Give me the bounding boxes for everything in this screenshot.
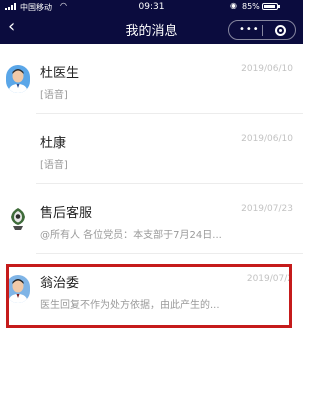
contact-name: 杜医生: [40, 66, 80, 81]
avatar: [6, 65, 30, 93]
message-date: 2019/06/10: [241, 64, 293, 74]
message-date: 2019/06/10: [241, 134, 293, 144]
message-item[interactable]: 售后客服 @所有人 各位党员：本支部于7月24日... 2019/07/23: [0, 184, 303, 254]
rotation-lock-icon: ◉: [230, 1, 237, 10]
message-preview: [语音]: [40, 90, 68, 101]
avatar: [6, 205, 30, 233]
miniprogram-capsule[interactable]: •••: [228, 20, 296, 40]
battery-icon: [262, 3, 280, 10]
battery-percent: 85%: [242, 2, 260, 11]
message-item[interactable]: 杜康 [语音] 2019/06/10: [0, 114, 303, 184]
highlight-box: [6, 264, 292, 328]
close-miniprogram-icon[interactable]: [275, 25, 286, 36]
message-preview: [语音]: [40, 160, 68, 171]
message-preview: @所有人 各位党员：本支部于7月24日...: [40, 230, 222, 241]
contact-name: 售后客服: [40, 206, 93, 221]
contact-name: 杜康: [40, 136, 67, 151]
more-icon[interactable]: •••: [239, 24, 260, 35]
message-item[interactable]: 杜医生 [语音] 2019/06/10: [0, 44, 303, 114]
message-date: 2019/07/23: [241, 204, 293, 214]
status-bar: 中国移动 ◠ 09:31 ◉ 85%: [0, 0, 303, 14]
nav-bar: 中国移动 ◠ 09:31 ◉ 85% ‹ 我的消息 •••: [0, 0, 303, 44]
